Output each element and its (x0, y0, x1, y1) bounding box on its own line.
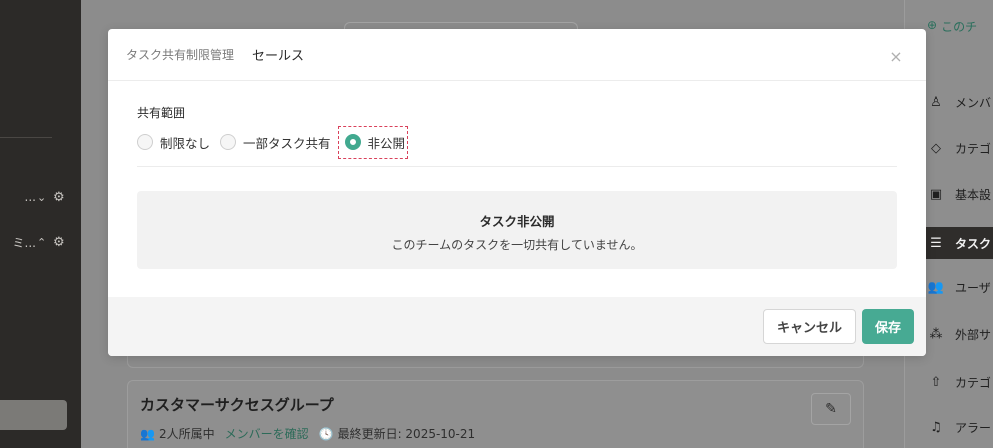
tree-icon: ⁂ (929, 326, 943, 342)
sidebar-item-2[interactable]: ミ... ⌃ ⚙ (0, 232, 81, 252)
modal-team-name: セールス (252, 49, 305, 64)
radio-button[interactable] (220, 134, 237, 150)
list-icon: ☰ (930, 235, 942, 251)
radio-button[interactable] (137, 134, 153, 150)
plus-circle-icon: ⊕ (927, 18, 938, 32)
modal-footer: キャンセル 保存 (108, 297, 926, 356)
sidebar-item-1[interactable]: ... ⌄ ⚙ (0, 187, 81, 207)
radio-button-checked[interactable] (344, 134, 361, 150)
radio-partial-share[interactable]: 一部タスク共有 (220, 133, 331, 152)
rp-item-label: カテゴ (955, 375, 992, 390)
members-link[interactable]: メンバーを確認 (225, 425, 309, 442)
sidebar-input[interactable] (0, 400, 67, 430)
clock-icon: 🕓 (318, 426, 334, 441)
group-card-meta: 👥 2人所属中 メンバーを確認 🕓 最終更新日: 2025-10-21 (140, 425, 475, 442)
info-title: タスク非公開 (479, 214, 555, 229)
pencil-icon: ✎ (825, 401, 837, 417)
rp-item-label: タスク (955, 236, 992, 251)
rp-item-label: 外部サ (955, 327, 992, 342)
right-panel-top-link-label: このチ (941, 20, 978, 34)
close-icon[interactable]: × (888, 49, 904, 65)
group-members-count: 2人所属中 (158, 427, 215, 441)
modal-header: タスク共有制限管理 セールス × (108, 29, 926, 81)
modal-title: タスク共有制限管理 (126, 48, 235, 62)
rp-item-label: アラー (955, 420, 992, 435)
rp-item-label: メンバ (955, 95, 992, 110)
upload-icon: ⇧ (930, 374, 942, 390)
cancel-button[interactable]: キャンセル (763, 309, 856, 344)
radio-label: 一部タスク共有 (243, 135, 331, 151)
gear-icon[interactable]: ⚙ (53, 190, 69, 205)
rp-item-label: 基本設 (955, 187, 992, 202)
group-updated: 最終更新日: 2025-10-21 (337, 427, 476, 441)
rp-item-label: カテゴ (955, 141, 992, 156)
info-description: このチームのタスクを一切共有していません。 (391, 238, 643, 252)
save-button[interactable]: 保存 (862, 309, 914, 344)
left-sidebar: ... ⌄ ⚙ ミ... ⌃ ⚙ (0, 0, 81, 448)
rp-item-alert[interactable]: ♫ アラー (905, 416, 993, 438)
group-card-title: カスタマーサクセスグループ (140, 396, 334, 414)
users-icon: 👥 (927, 279, 945, 295)
edit-button[interactable]: ✎ (811, 393, 851, 425)
share-scope-label: 共有範囲 (137, 106, 186, 120)
modal-divider (137, 166, 897, 167)
bell-icon: ♫ (930, 419, 942, 435)
users-icon: 👥 (140, 426, 155, 441)
radio-label: 制限なし (160, 135, 211, 151)
share-info-box: タスク非公開 このチームのタスクを一切共有していません。 (137, 191, 897, 269)
tag-icon: ◇ (931, 140, 941, 156)
radio-private[interactable]: 非公開 (337, 125, 409, 159)
rp-item-category-upload[interactable]: ⇧ カテゴ (905, 371, 993, 393)
share-restriction-modal: タスク共有制限管理 セールス × 共有範囲 制限なし 一部タスク共有 非公開 タ… (108, 29, 926, 356)
share-scope-radio-group: 制限なし 一部タスク共有 非公開 (137, 125, 417, 159)
gear-icon[interactable]: ⚙ (53, 235, 69, 250)
radio-label: 非公開 (367, 135, 406, 151)
calendar-icon: ▣ (929, 186, 943, 202)
radio-no-restriction[interactable]: 制限なし (137, 133, 210, 152)
sidebar-item-label: ミ... (12, 235, 36, 250)
chevron-down-icon[interactable]: ⌄ (37, 191, 47, 204)
rp-item-label: ユーザ (955, 280, 991, 295)
chevron-up-icon[interactable]: ⌃ (37, 236, 47, 249)
sidebar-divider (0, 137, 52, 138)
sidebar-item-label: ... (24, 190, 36, 204)
right-panel-top-link[interactable]: ⊕ このチ (927, 18, 977, 35)
person-icon: ♙ (930, 94, 942, 110)
group-card: カスタマーサクセスグループ 👥 2人所属中 メンバーを確認 🕓 最終更新日: 2… (127, 380, 864, 448)
